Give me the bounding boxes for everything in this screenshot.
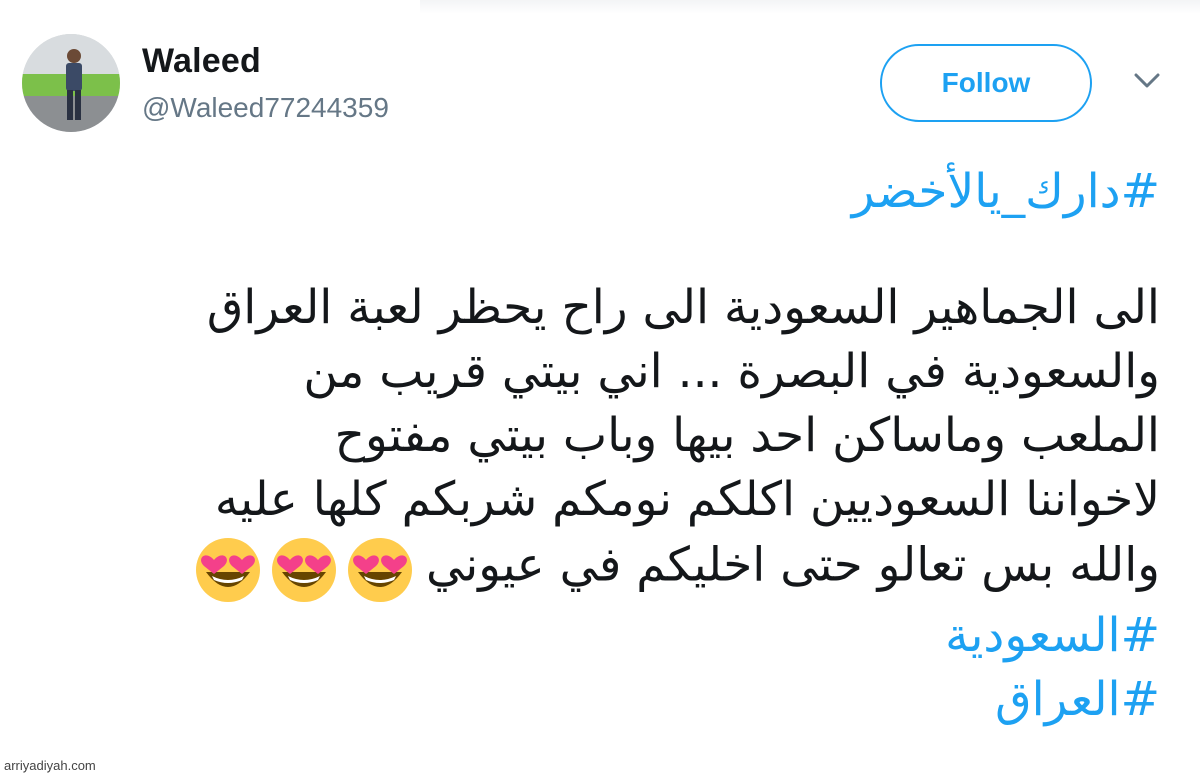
tweet-line: والسعودية في البصرة ... اني بيتي قريب من [303,344,1160,399]
heart-eyes-emoji-icon [195,538,260,602]
heart-eyes-emoji-icon [271,538,336,602]
hashtag-link[interactable]: #السعودية [40,604,1160,668]
user-handle[interactable]: @Waleed77244359 [142,92,389,124]
hashtag-link[interactable]: #العراق [40,668,1160,732]
avatar-photo [22,34,120,132]
watermark: arriyadiyah.com [4,758,96,773]
hashtag-link[interactable]: #دارك_يالأخضر [40,160,1160,224]
blurred-header-strip [420,0,1200,14]
tweet-line-with-emoji: والله بس تعالو حتى اخليكم في عيوني [40,532,1160,604]
tweet-line: الملعب وماساكن احد بيها وباب بيتي مفتوح [334,408,1160,463]
emoji-row [188,532,416,604]
heart-eyes-emoji-icon [347,538,412,602]
avatar[interactable] [22,34,120,132]
tweet-text: #دارك_يالأخضر الى الجماهير السعودية الى … [40,160,1160,732]
tweet-line: الى الجماهير السعودية الى راح يحظر لعبة … [206,280,1160,335]
chevron-down-icon[interactable] [1132,70,1162,92]
display-name[interactable]: Waleed [142,42,261,81]
tweet-line: لاخواننا السعوديين اكلكم نومكم شربكم كله… [214,472,1160,527]
follow-button[interactable]: Follow [880,44,1092,122]
tweet-line: والله بس تعالو حتى اخليكم في عيوني [425,537,1160,593]
